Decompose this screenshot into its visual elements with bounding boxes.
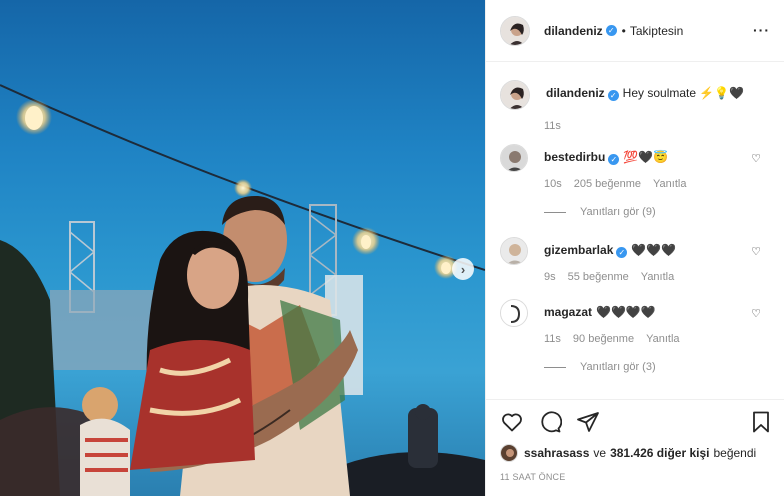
comment-text: 🖤🖤🖤🖤: [596, 305, 656, 319]
comment-item: bestedirbu ✓ 💯🖤😇 ♡ 10s 205 beğenme Yanıtla…: [500, 144, 775, 218]
comment-like-heart-icon[interactable]: ♡: [751, 152, 761, 165]
commenter-avatar[interactable]: [500, 299, 528, 327]
author-avatar[interactable]: [500, 15, 530, 46]
comment-icon[interactable]: [538, 410, 562, 434]
replies-line: [544, 211, 566, 213]
comment-body: magazat 🖤🖤🖤🖤: [544, 299, 656, 320]
post-header: dilandeniz ✓ • Takiptesin ···: [486, 0, 784, 62]
heart-icon[interactable]: [500, 410, 524, 434]
author-avatar-image: [501, 16, 529, 45]
verified-badge-icon: ✓: [607, 90, 619, 101]
likes-suffix: beğendi: [713, 446, 757, 460]
post-timestamp: 11 SAAT ÖNCE: [500, 472, 566, 482]
comment-like-heart-icon[interactable]: ♡: [751, 307, 761, 320]
comment-body: bestedirbu ✓ 💯🖤😇: [544, 144, 668, 165]
likes-connector: ve: [593, 446, 607, 460]
commenter-username[interactable]: bestedirbu: [544, 150, 605, 164]
caption-text: Hey soulmate ⚡️💡🖤: [622, 86, 745, 100]
comments-list: dilandeniz ✓ Hey soulmate ⚡️💡🖤 11s bestedi…: [486, 62, 784, 398]
caption-avatar[interactable]: [500, 80, 530, 110]
comment-text: 💯🖤😇: [623, 150, 669, 164]
next-photo-button[interactable]: ›: [452, 258, 474, 280]
commenter-avatar[interactable]: [500, 144, 528, 172]
verified-badge-icon: ✓: [616, 247, 628, 258]
commenter-avatar-image: [501, 145, 527, 171]
comment-age: 11s: [544, 333, 561, 345]
caption-body: dilandeniz ✓ Hey soulmate ⚡️💡🖤: [546, 80, 744, 101]
commenter-username[interactable]: magazat: [544, 305, 592, 319]
action-icons: [486, 400, 784, 444]
caption-age: 11s: [544, 120, 561, 132]
comment-meta: 10s 205 beğenme Yanıtla: [544, 178, 775, 190]
comment-reply-button[interactable]: Yanıtla: [646, 333, 679, 345]
separator-dot: •: [621, 23, 626, 38]
post-photo[interactable]: ›: [0, 0, 485, 496]
post-modal: › dilandeniz ✓ • Takiptesin ··· dilanden: [0, 0, 784, 496]
bookmark-icon[interactable]: [749, 410, 773, 434]
comment-meta: 9s 55 beğenme Yanıtla: [544, 271, 775, 283]
verified-badge-icon: ✓: [608, 154, 620, 165]
view-replies-button[interactable]: Yanıtları gör (3): [544, 361, 775, 373]
comment-likes-count[interactable]: 55 beğenme: [568, 271, 629, 283]
comment-reply-button[interactable]: Yanıtla: [653, 178, 686, 190]
comment-meta: 11s 90 beğenme Yanıtla: [544, 333, 775, 345]
commenter-avatar-image: [501, 300, 527, 326]
verified-badge-icon: ✓: [605, 25, 617, 36]
view-replies-button[interactable]: Yanıtları gör (9): [544, 206, 775, 218]
comment-age: 9s: [544, 271, 556, 283]
post-actions: ssahrasass ve 381.426 diğer kişi beğendi…: [486, 399, 784, 496]
replies-line: [544, 366, 566, 368]
comment-like-heart-icon[interactable]: ♡: [751, 245, 761, 258]
likes-line: ssahrasass ve 381.426 diğer kişi beğendi: [486, 444, 784, 462]
comment-item: magazat 🖤🖤🖤🖤 ♡ 11s 90 beğenme Yanıtla Yan…: [500, 299, 775, 373]
caption: dilandeniz ✓ Hey soulmate ⚡️💡🖤 11s: [500, 80, 775, 132]
comment-age: 10s: [544, 178, 562, 190]
caption-meta: 11s: [544, 120, 775, 132]
caption-username[interactable]: dilandeniz: [546, 86, 605, 100]
commenter-avatar[interactable]: [500, 237, 528, 265]
comment-likes-count[interactable]: 90 beğenme: [573, 333, 634, 345]
commenter-avatar-image: [501, 238, 527, 264]
liker-username[interactable]: ssahrasass: [524, 446, 589, 460]
author-username[interactable]: dilandeniz: [544, 24, 603, 38]
more-options-icon[interactable]: ···: [753, 22, 770, 38]
photo-scene: [0, 84, 485, 496]
comment-body: gizembarlak ✓ 🖤🖤🖤: [544, 237, 676, 258]
view-replies-label: Yanıtları gör (9): [580, 206, 656, 218]
view-replies-label: Yanıtları gör (3): [580, 361, 656, 373]
liker-avatar[interactable]: [500, 444, 518, 462]
caption-avatar-image: [501, 81, 529, 109]
likes-others-count[interactable]: 381.426 diğer kişi: [610, 446, 709, 460]
comment-text: 🖤🖤🖤: [631, 243, 677, 257]
follow-status[interactable]: Takiptesin: [630, 24, 683, 38]
commenter-username[interactable]: gizembarlak: [544, 243, 613, 257]
liker-avatar-image: [501, 445, 517, 461]
comment-reply-button[interactable]: Yanıtla: [641, 271, 674, 283]
comment-item: gizembarlak ✓ 🖤🖤🖤 ♡ 9s 55 beğenme Yanıtla: [500, 237, 775, 283]
share-icon[interactable]: [576, 410, 600, 434]
comment-likes-count[interactable]: 205 beğenme: [574, 178, 641, 190]
post-side-panel: dilandeniz ✓ • Takiptesin ··· dilandeniz…: [485, 0, 784, 496]
